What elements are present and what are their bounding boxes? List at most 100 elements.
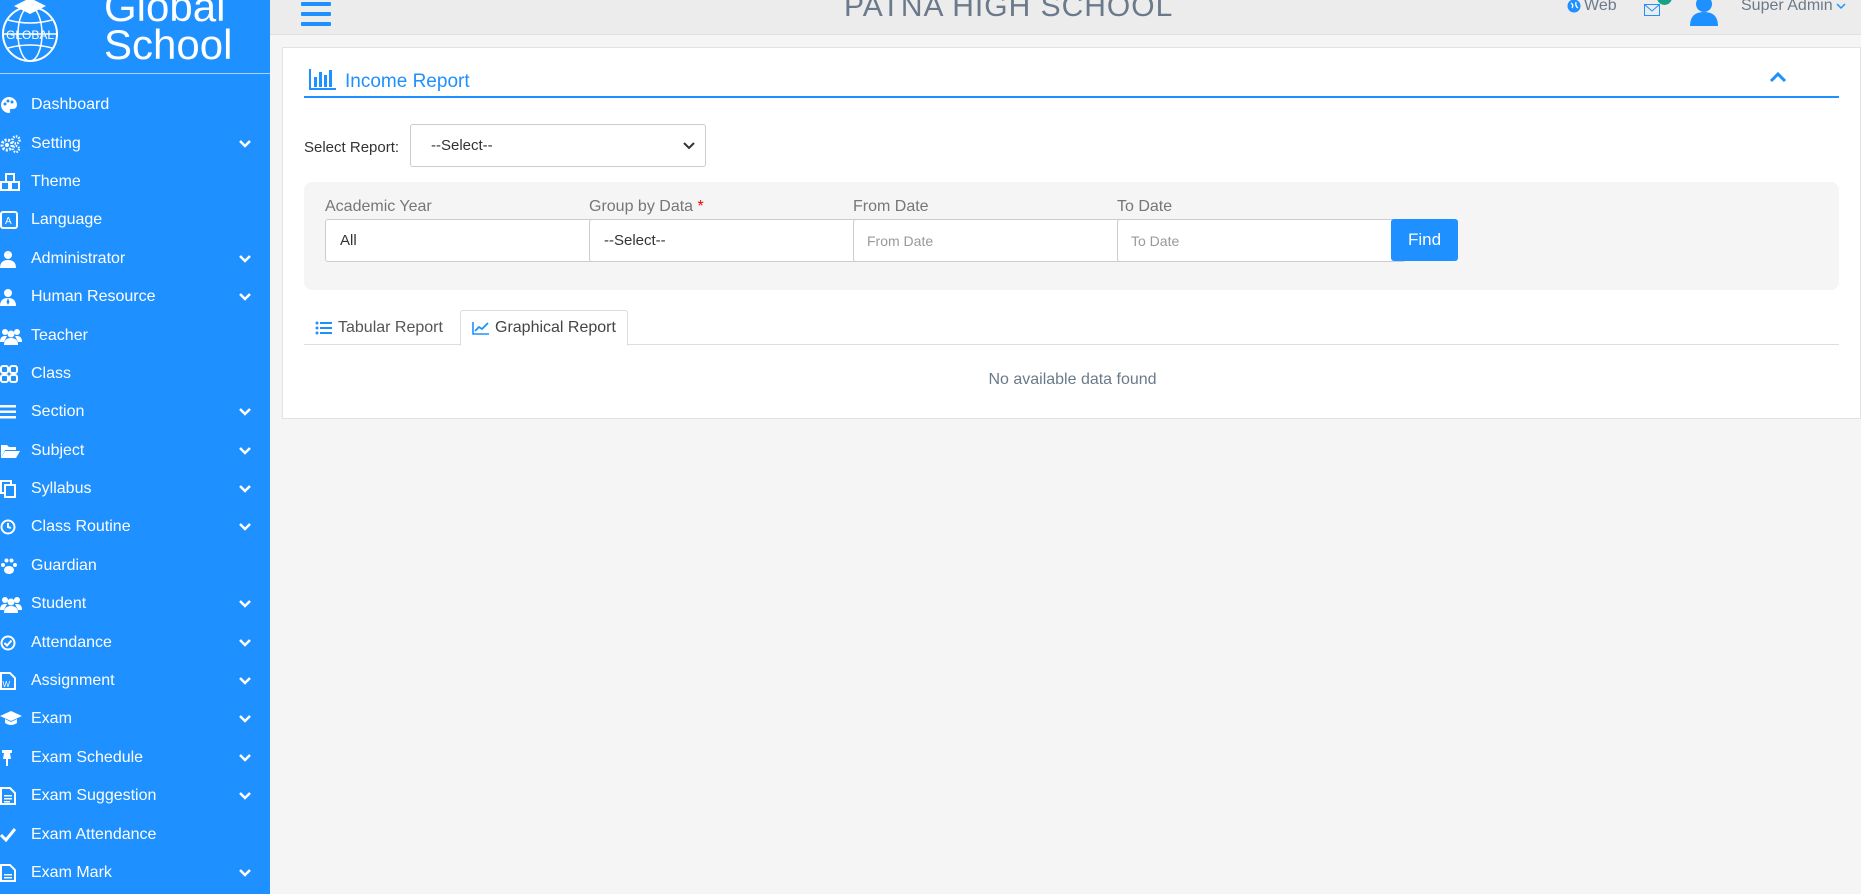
group-by-select[interactable]: --Select-- <box>589 219 878 262</box>
sidebar-item-label: Student <box>31 595 87 613</box>
users-icon <box>0 594 22 614</box>
bar-chart-icon <box>309 69 336 90</box>
tab-tabular-report[interactable]: Tabular Report <box>304 310 454 345</box>
sidebar-item-human-resource[interactable]: Human Resource <box>0 278 270 316</box>
chevron-down-icon <box>239 715 251 724</box>
report-tabs: Tabular Report Graphical Report <box>304 310 1839 346</box>
sidebar-item-label: Dashboard <box>31 96 110 114</box>
chevron-down-icon <box>239 485 251 493</box>
sidebar-item-exam[interactable]: Exam <box>0 700 270 738</box>
user-menu[interactable]: Super Admin <box>1741 0 1846 15</box>
chevron-down-icon <box>239 869 251 877</box>
tab-graphical-report[interactable]: Graphical Report <box>460 310 628 346</box>
sidebar-item-student[interactable]: Student <box>0 585 270 623</box>
from-date-placeholder: From Date <box>867 232 934 249</box>
sidebar-item-exam-suggestion[interactable]: Exam Suggestion <box>0 777 270 815</box>
sidebar-item-label: Class <box>31 364 72 382</box>
sidebar-item-label: Syllabus <box>31 480 92 498</box>
user-icon <box>0 249 22 269</box>
sidebar-item-label: Exam Suggestion <box>31 787 157 805</box>
select-report-dropdown[interactable]: --Select-- <box>410 124 706 167</box>
sidebar-item-label: Assignment <box>31 672 115 690</box>
svg-text:A: A <box>5 216 12 227</box>
sidebar-item-label: Theme <box>31 172 81 190</box>
sidebar-item-exam-attendance[interactable]: Exam Attendance <box>0 815 270 853</box>
chevron-up-icon[interactable] <box>1769 70 1787 84</box>
brand-title-line2: School <box>104 21 233 68</box>
brand: GLOBAL Global School <box>0 0 270 74</box>
chevron-down-icon <box>239 139 251 148</box>
empty-state-message: No available data found <box>988 371 1157 388</box>
paw-icon <box>0 556 22 576</box>
income-report-card: Income Report Select Report: --Select-- … <box>282 47 1861 419</box>
clock-icon <box>0 517 22 537</box>
sidebar-item-teacher[interactable]: Teacher <box>0 316 270 354</box>
envelope-icon <box>1644 4 1660 16</box>
line-chart-icon <box>472 322 489 335</box>
sidebar-item-guardian[interactable]: Guardian <box>0 547 270 585</box>
to-date-input[interactable]: To Date <box>1117 219 1406 262</box>
brand-title: Global School <box>104 0 233 68</box>
svg-text:W: W <box>3 680 11 689</box>
select-report-label: Select Report: <box>304 139 400 156</box>
copy-icon <box>0 479 22 499</box>
file-icon <box>0 863 22 883</box>
thumbtack-icon <box>0 748 22 768</box>
sidebar-item-subject[interactable]: Subject <box>0 432 270 470</box>
sidebar-item-label: Setting <box>31 134 81 152</box>
sidebar-item-setting[interactable]: Setting <box>0 124 270 162</box>
user-name: Super Admin <box>1741 0 1833 14</box>
sidebar-item-dashboard[interactable]: Dashboard <box>0 86 270 124</box>
chevron-down-icon <box>239 408 251 417</box>
palette-icon <box>0 95 22 115</box>
sidebar-item-language[interactable]: A Language <box>0 201 270 239</box>
class-icon <box>0 364 22 384</box>
group-by-label: Group by Data * <box>589 198 704 216</box>
chevron-down-icon <box>239 638 251 647</box>
from-date-label: From Date <box>853 198 929 215</box>
mail-notification[interactable]: 1 <box>1644 0 1678 18</box>
sidebar-item-section[interactable]: Section <box>0 393 270 431</box>
chevron-down-icon <box>239 600 251 609</box>
sidebar-item-assignment[interactable]: W Assignment <box>0 662 270 700</box>
find-button[interactable]: Find <box>1391 219 1458 261</box>
avatar[interactable] <box>1688 0 1720 26</box>
sidebar-item-theme[interactable]: Theme <box>0 163 270 201</box>
school-name: PATNA HIGH SCHOOL <box>844 0 1174 23</box>
sidebar-item-attendance[interactable]: Attendance <box>0 623 270 661</box>
sidebar-item-label: Section <box>31 403 85 421</box>
group-by-label-text: Group by Data <box>589 198 694 215</box>
select-report-value: --Select-- <box>431 137 493 154</box>
sidebar-item-label: Exam Schedule <box>31 748 144 766</box>
academic-year-select[interactable]: All <box>325 219 614 262</box>
sidebar-item-label: Attendance <box>31 633 112 651</box>
sidebar-item-label: Exam <box>31 710 72 728</box>
sidebar-item-syllabus[interactable]: Syllabus <box>0 470 270 508</box>
filter-panel: Academic Year All Group by Data * --Sele… <box>304 182 1839 290</box>
sidebar-item-label: Subject <box>31 441 85 459</box>
cubes-icon <box>0 172 22 192</box>
sidebar-item-exam-schedule[interactable]: Exam Schedule <box>0 739 270 777</box>
file-word-icon: W <box>0 671 22 691</box>
sidebar-item-administrator[interactable]: Administrator <box>0 240 270 278</box>
group-by-value: --Select-- <box>604 232 666 249</box>
web-link-label: Web <box>1584 0 1617 14</box>
sidebar-item-label: Exam Attendance <box>31 825 157 843</box>
cogs-icon <box>0 134 22 154</box>
check-icon <box>0 825 22 845</box>
sidebar-item-class-routine[interactable]: Class Routine <box>0 508 270 546</box>
sidebar-nav: Dashboard Setting Theme A Language Administra… <box>0 74 270 892</box>
globe-icon <box>1567 0 1581 13</box>
tab-tabular-label: Tabular Report <box>338 318 443 336</box>
web-link[interactable]: Web <box>1567 0 1617 15</box>
sidebar-item-class[interactable]: Class <box>0 355 270 393</box>
sidebar-item-exam-mark[interactable]: Exam Mark <box>0 854 270 892</box>
menu-toggle-icon[interactable] <box>301 2 331 30</box>
to-date-label: To Date <box>1117 198 1173 215</box>
academic-year-label: Academic Year <box>325 198 432 215</box>
from-date-input[interactable]: From Date <box>853 219 1142 262</box>
sidebar-item-label: Exam Mark <box>31 864 112 881</box>
academic-year-value: All <box>340 232 357 249</box>
chevron-down-icon <box>239 254 251 263</box>
globe-logo-icon[interactable]: GLOBAL <box>0 0 64 70</box>
